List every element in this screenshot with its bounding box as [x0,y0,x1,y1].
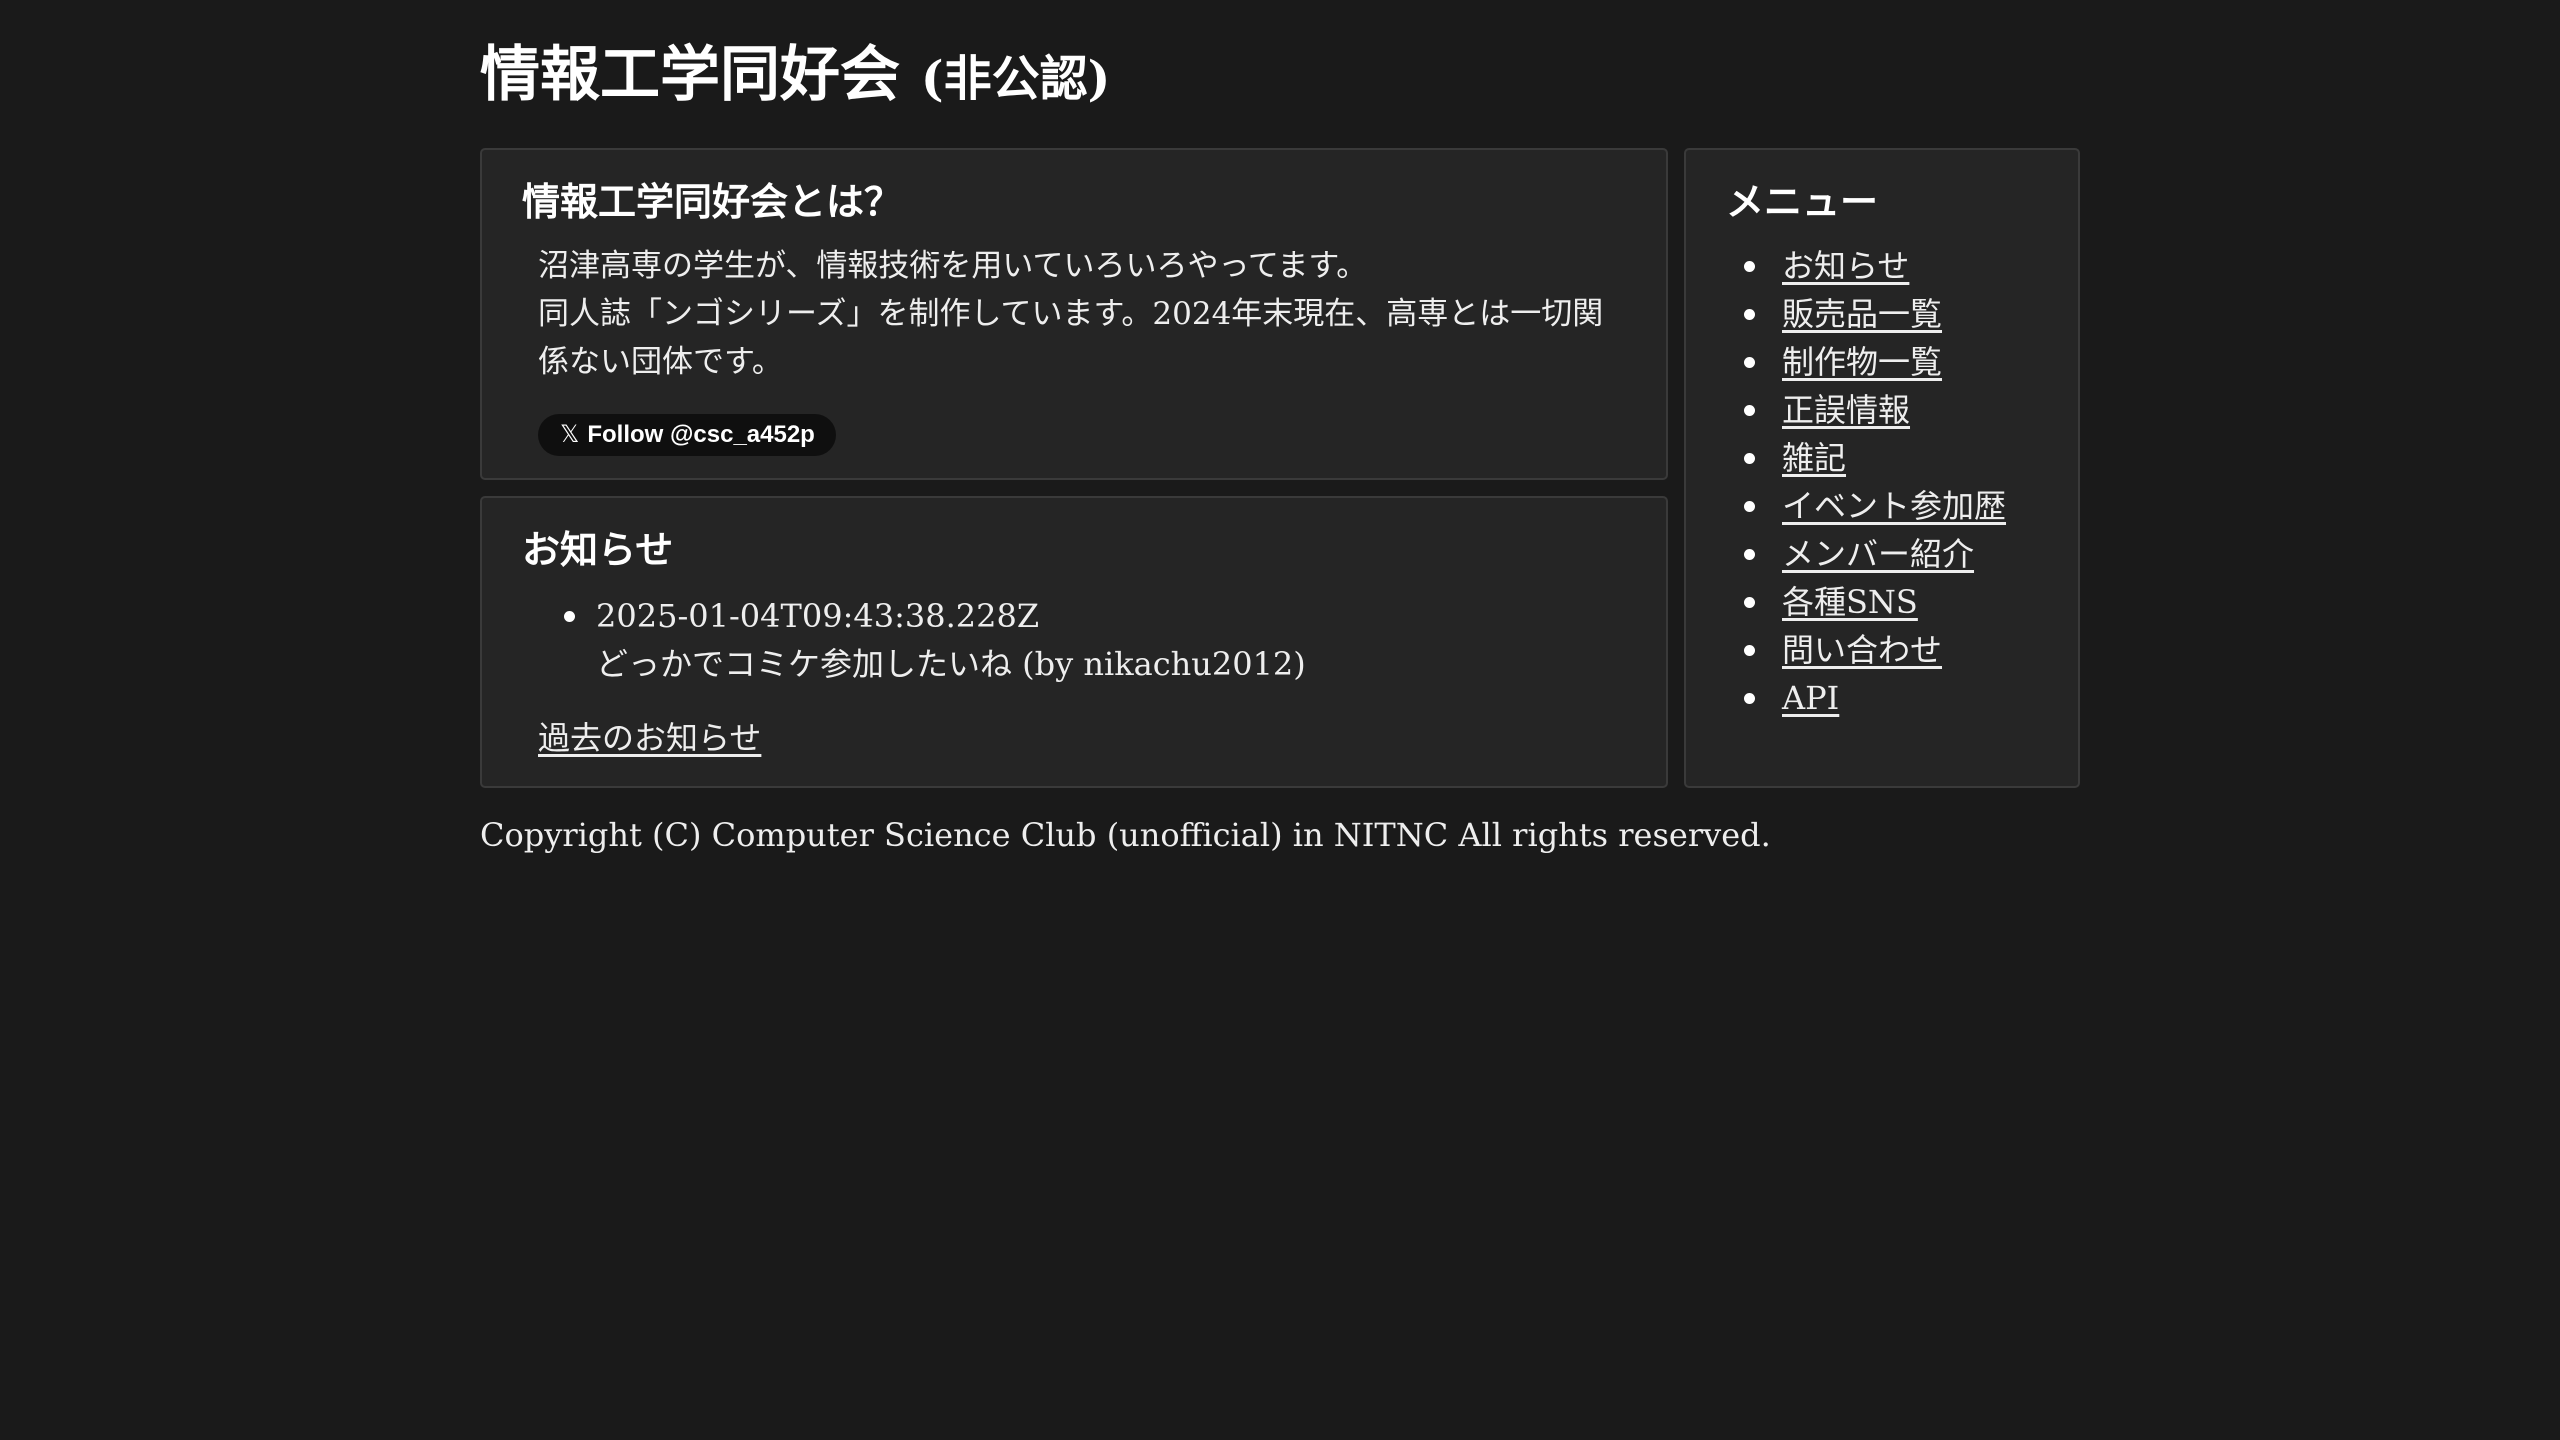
menu-list: お知らせ 販売品一覧 制作物一覧 正誤情報 雑記 イベント参加歴 メンバー紹介 … [1726,242,2006,722]
menu-item-members: メンバー紹介 [1726,530,2006,578]
menu-link-works[interactable]: 制作物一覧 [1782,343,1942,381]
menu-item-blog: 雑記 [1726,434,2006,482]
menu-item-events: イベント参加歴 [1726,482,2006,530]
site-title-subtitle: (非公認) [920,51,1111,107]
site-title-main: 情報工学同好会 [480,40,900,110]
about-heading: 情報工学同好会とは？ [522,179,903,224]
news-message: どっかでコミケ参加したいね (by nikachu2012) [596,645,1306,683]
menu-link-news[interactable]: お知らせ [1782,247,1909,285]
menu-item-errata: 正誤情報 [1726,386,2006,434]
follow-x-button[interactable]: 𝕏 Follow @csc_a452p [538,414,836,456]
menu-link-errata[interactable]: 正誤情報 [1782,391,1910,429]
menu-heading: メニュー [1726,179,1879,224]
menu-link-events[interactable]: イベント参加歴 [1782,487,2006,525]
menu-link-blog[interactable]: 雑記 [1782,439,1846,477]
news-panel: お知らせ 2025-01-04T09:43:38.228Z どっかでコミケ参加し… [480,496,1668,788]
menu-panel: メニュー お知らせ 販売品一覧 制作物一覧 正誤情報 雑記 イベント参加歴 メン… [1684,148,2080,788]
menu-item-api: API [1726,674,2006,722]
menu-item-products: 販売品一覧 [1726,290,2006,338]
about-description: 沼津高専の学生が、情報技術を用いていろいろやってます。同人誌「ンゴシリーズ」を制… [538,242,1618,386]
menu-link-contact[interactable]: 問い合わせ [1782,631,1942,669]
menu-item-news: お知らせ [1726,242,2006,290]
news-item: 2025-01-04T09:43:38.228Z どっかでコミケ参加したいね (… [522,592,1306,688]
menu-item-contact: 問い合わせ [1726,626,2006,674]
x-logo-icon: 𝕏 [560,421,580,448]
about-line-2: 同人誌「ンゴシリーズ」を制作しています。2024年末現在、高専とは一切関係ない団… [538,296,1604,380]
menu-link-products[interactable]: 販売品一覧 [1782,295,1942,333]
follow-button-label: Follow @csc_a452p [587,421,815,448]
menu-item-works: 制作物一覧 [1726,338,2006,386]
menu-link-api[interactable]: API [1782,679,1839,717]
menu-item-sns: 各種SNS [1726,578,2006,626]
footer-copyright: Copyright (C) Computer Science Club (uno… [480,816,1771,854]
menu-link-sns[interactable]: 各種SNS [1782,583,1918,621]
past-news-link[interactable]: 過去のお知らせ [538,714,761,762]
menu-link-members[interactable]: メンバー紹介 [1782,535,1974,573]
about-line-1: 沼津高専の学生が、情報技術を用いていろいろやってます。 [538,248,1368,284]
news-timestamp: 2025-01-04T09:43:38.228Z [596,597,1040,635]
about-panel: 情報工学同好会とは？ 沼津高専の学生が、情報技術を用いていろいろやってます。同人… [480,148,1668,480]
news-list: 2025-01-04T09:43:38.228Z どっかでコミケ参加したいね (… [522,592,1306,688]
site-title: 情報工学同好会 (非公認) [480,30,1110,124]
news-heading: お知らせ [522,527,674,572]
